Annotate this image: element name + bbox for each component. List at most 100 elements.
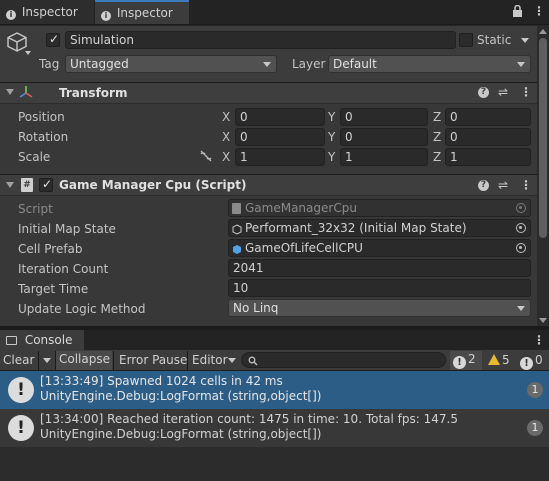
initial-map-state-field[interactable]: Performant_32x32 (Initial Map State) xyxy=(228,219,531,237)
axis-y-label[interactable]: Y xyxy=(328,130,335,144)
active-checkbox[interactable]: ✓ xyxy=(46,32,60,47)
checkmark-icon: ✓ xyxy=(42,177,53,191)
layer-label: Layer xyxy=(292,57,326,71)
script-reference-field: GameManagerCpu xyxy=(228,199,531,217)
log-stack-trace: UnityEngine.Debug:LogFormat (string,obje… xyxy=(40,389,322,403)
clear-label: Clear xyxy=(3,353,35,367)
chevron-down-icon xyxy=(263,62,271,67)
scroll-down-icon[interactable] xyxy=(539,318,547,323)
scale-y-field[interactable]: 1 xyxy=(340,148,428,166)
help-icon[interactable]: ? xyxy=(478,87,489,98)
presets-icon[interactable]: ⇌ xyxy=(498,178,508,192)
axis-x-label[interactable]: X xyxy=(222,130,230,144)
tab-inspector-1[interactable]: i Inspector xyxy=(0,0,94,24)
kebab-menu-icon[interactable]: ⋮ xyxy=(520,178,532,192)
editor-dropdown[interactable]: Editor xyxy=(192,352,228,370)
rotation-x-field[interactable]: 0 xyxy=(235,128,325,146)
inspector-scrollbar[interactable] xyxy=(537,26,549,326)
warning-filter-toggle[interactable]: 5 xyxy=(486,352,516,370)
toolbar-separator xyxy=(113,351,114,370)
log-filter-toggle[interactable]: ! 2 xyxy=(450,351,482,370)
presets-icon[interactable]: ⇌ xyxy=(498,85,508,99)
info-message-icon: ! xyxy=(8,415,34,441)
scroll-up-icon[interactable] xyxy=(539,29,547,34)
tab-inspector-2[interactable]: i Inspector xyxy=(95,0,189,24)
axis-x-label[interactable]: X xyxy=(222,110,230,124)
help-icon[interactable]: ? xyxy=(478,180,489,191)
axis-z-label[interactable]: Z xyxy=(433,150,441,164)
clear-button[interactable]: Clear xyxy=(3,352,34,370)
prefab-icon xyxy=(232,243,242,256)
cell-prefab-label: Cell Prefab xyxy=(18,242,83,256)
checkmark-icon: ✓ xyxy=(49,32,60,46)
log-stack-trace: UnityEngine.Debug:LogFormat (string,obje… xyxy=(40,427,322,441)
foldout-arrow-icon[interactable] xyxy=(6,182,14,188)
scrollbar-thumb[interactable] xyxy=(539,38,547,238)
static-label: Static xyxy=(477,33,512,47)
axis-y-label[interactable]: Y xyxy=(328,150,335,164)
axis-z-label[interactable]: Z xyxy=(433,130,441,144)
axis-z-label[interactable]: Z xyxy=(433,110,441,124)
info-message-icon: ! xyxy=(8,377,34,403)
tag-dropdown[interactable]: Untagged xyxy=(65,55,277,73)
warning-count: 5 xyxy=(502,353,510,367)
foldout-arrow-icon[interactable] xyxy=(6,89,14,95)
target-time-label: Target Time xyxy=(18,282,89,296)
component-enabled-checkbox[interactable]: ✓ xyxy=(39,177,53,192)
console-icon xyxy=(6,336,17,345)
position-y-field[interactable]: 0 xyxy=(340,108,428,126)
static-checkbox[interactable] xyxy=(459,33,473,47)
kebab-menu-icon[interactable]: ⋮ xyxy=(533,333,545,347)
position-z-field[interactable]: 0 xyxy=(445,108,531,126)
error-pause-label: Error Pause xyxy=(119,353,188,367)
collapse-toggle[interactable]: Collapse xyxy=(56,351,112,370)
iteration-count-field[interactable]: 2041 xyxy=(228,259,531,277)
error-pause-toggle[interactable]: Error Pause xyxy=(119,352,187,370)
position-x-field[interactable]: 0 xyxy=(235,108,325,126)
chevron-down-icon[interactable] xyxy=(25,51,31,55)
chevron-down-icon xyxy=(517,62,525,67)
kebab-menu-icon[interactable]: ⋮ xyxy=(520,85,532,99)
error-filter-toggle[interactable]: ! 0 xyxy=(518,352,549,370)
clear-options-caret[interactable] xyxy=(43,358,51,363)
script-value: GameManagerCpu xyxy=(245,201,357,215)
constrain-proportions-icon[interactable] xyxy=(199,150,213,165)
scale-x-field[interactable]: 1 xyxy=(235,148,325,166)
layer-dropdown[interactable]: Default xyxy=(328,55,531,73)
object-picker-icon[interactable] xyxy=(516,243,526,253)
log-entry[interactable]: ! [13:34:00] Reached iteration count: 14… xyxy=(0,409,549,447)
log-count-badge: 1 xyxy=(527,382,543,398)
lock-icon[interactable] xyxy=(512,4,523,21)
scale-z-field[interactable]: 1 xyxy=(445,148,531,166)
scale-label: Scale xyxy=(18,150,51,164)
target-time-field[interactable]: 10 xyxy=(228,279,531,297)
axis-x-label[interactable]: X xyxy=(222,150,230,164)
static-dropdown-caret[interactable] xyxy=(521,38,529,43)
log-entry[interactable]: ! [13:33:49] Spawned 1024 cells in 42 ms… xyxy=(0,371,549,409)
object-name-input[interactable]: Simulation xyxy=(65,31,456,49)
cell-prefab-value: GameOfLifeCellCPU xyxy=(245,241,363,255)
kebab-menu-icon[interactable]: ⋮ xyxy=(533,4,545,18)
console-search-input[interactable] xyxy=(241,352,446,368)
chevron-down-icon xyxy=(228,358,236,363)
transform-title: Transform xyxy=(59,86,128,100)
chevron-down-icon xyxy=(517,306,525,311)
rotation-z-field[interactable]: 0 xyxy=(445,128,531,146)
script-component-title: Game Manager Cpu (Script) xyxy=(59,178,247,192)
tab-console[interactable]: Console xyxy=(0,330,84,350)
tag-label: Tag xyxy=(39,57,60,71)
tab-label: Inspector xyxy=(116,6,173,20)
csharp-script-icon: # xyxy=(21,178,33,192)
layer-value: Default xyxy=(333,57,377,71)
initial-map-state-value: Performant_32x32 (Initial Map State) xyxy=(245,221,467,235)
transform-icon xyxy=(18,85,34,102)
position-label: Position xyxy=(18,110,65,124)
object-picker-icon[interactable] xyxy=(516,223,526,233)
update-logic-method-dropdown[interactable]: No Linq xyxy=(228,299,531,317)
rotation-y-field[interactable]: 0 xyxy=(340,128,428,146)
collapse-label: Collapse xyxy=(59,352,110,366)
log-message: [13:34:00] Reached iteration count: 1475… xyxy=(40,412,458,426)
cell-prefab-field[interactable]: GameOfLifeCellCPU xyxy=(228,239,531,257)
log-count-badge: 1 xyxy=(527,420,543,436)
axis-y-label[interactable]: Y xyxy=(328,110,335,124)
